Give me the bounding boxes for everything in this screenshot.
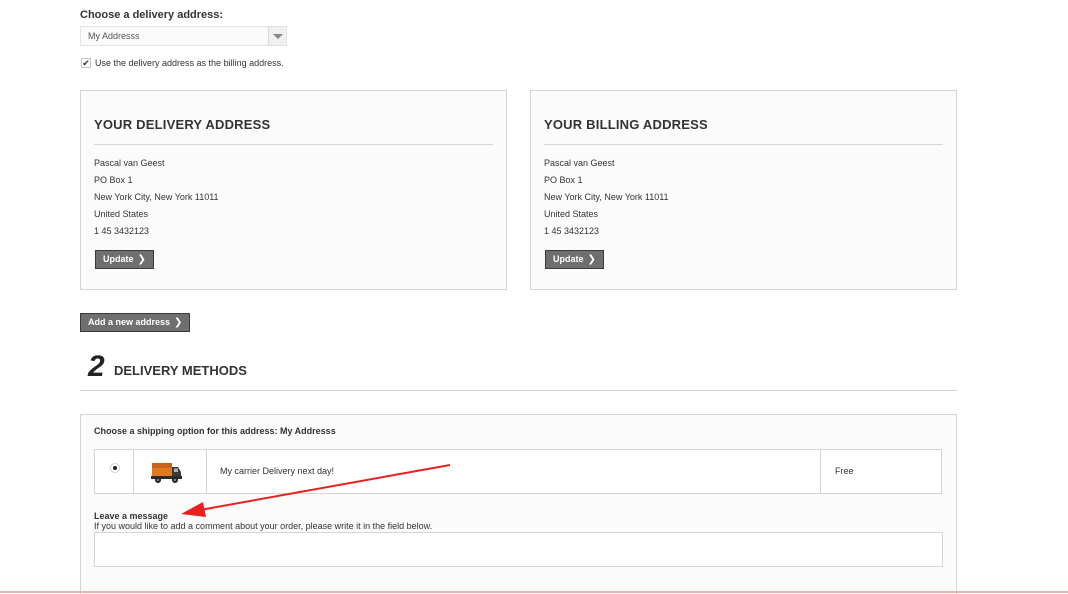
divider (206, 450, 207, 493)
divider (820, 450, 821, 493)
address-select-value: My Addresss (88, 31, 140, 41)
address-line: United States (544, 209, 599, 219)
divider (0, 591, 1068, 593)
address-line: 1 45 3432123 (544, 226, 600, 236)
step-title: DELIVERY METHODS (114, 363, 247, 378)
shipping-options-box (80, 414, 957, 594)
address-line: New York City, New York 11011 (94, 192, 219, 202)
shipping-price: Free (835, 466, 854, 476)
truck-icon (151, 463, 182, 483)
message-subtitle: If you would like to add a comment about… (94, 521, 433, 531)
billing-same-checkbox[interactable]: ✔ (81, 58, 91, 68)
billing-address-box: YOUR BILLING ADDRESS Pascal van Geest PO… (530, 90, 957, 290)
delivery-address-label: Choose a delivery address: (80, 9, 224, 21)
address-line: 1 45 3432123 (94, 226, 150, 236)
chevron-down-icon[interactable] (268, 27, 286, 45)
address-line: Pascal van Geest (544, 158, 615, 168)
delivery-address-title: YOUR DELIVERY ADDRESS (94, 117, 271, 132)
shipping-heading: Choose a shipping option for this addres… (94, 426, 336, 436)
message-title: Leave a message (94, 511, 169, 521)
address-line: United States (94, 209, 149, 219)
chevron-right-icon: ❯ (174, 317, 183, 328)
update-billing-button[interactable]: Update ❯ (545, 250, 604, 269)
billing-same-label[interactable]: Use the delivery address as the billing … (95, 58, 284, 68)
address-select[interactable]: My Addresss (80, 26, 287, 46)
address-line: Pascal van Geest (94, 158, 165, 168)
step-number: 2 (88, 350, 105, 383)
shipping-radio[interactable] (110, 463, 120, 473)
divider (80, 390, 957, 391)
address-line: PO Box 1 (544, 175, 583, 185)
billing-address-title: YOUR BILLING ADDRESS (544, 117, 708, 132)
shipping-option-row[interactable]: My carrier Delivery next day! Free (94, 449, 942, 494)
delivery-address-box: YOUR DELIVERY ADDRESS Pascal van Geest P… (80, 90, 507, 290)
address-line: PO Box 1 (94, 175, 133, 185)
divider (133, 450, 134, 493)
add-address-label: Add a new address (88, 317, 171, 327)
chevron-right-icon: ❯ (137, 254, 146, 265)
update-button-label: Update (553, 254, 584, 264)
update-button-label: Update (103, 254, 134, 264)
chevron-right-icon: ❯ (587, 254, 596, 265)
message-textarea[interactable] (94, 532, 943, 567)
divider (544, 144, 943, 145)
add-new-address-button[interactable]: Add a new address ❯ (80, 313, 191, 332)
address-line: New York City, New York 11011 (544, 192, 669, 202)
divider (94, 144, 493, 145)
update-delivery-button[interactable]: Update ❯ (95, 250, 154, 269)
carrier-name: My carrier Delivery next day! (220, 466, 335, 476)
